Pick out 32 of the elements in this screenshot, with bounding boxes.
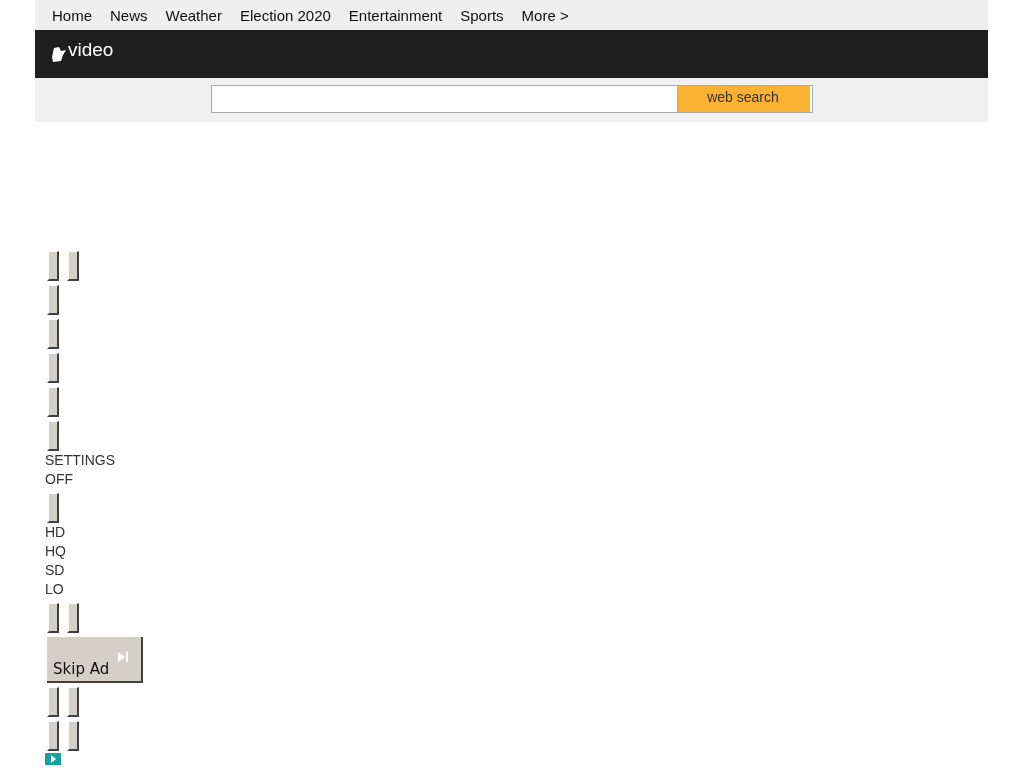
player-label: HQ (45, 543, 66, 559)
nav-link[interactable]: Sports (460, 6, 504, 24)
player-button[interactable] (47, 251, 59, 281)
player-button[interactable] (47, 319, 59, 349)
player-button[interactable] (47, 387, 59, 417)
skip-ad-button[interactable]: Skip Ad (47, 637, 143, 683)
player-button[interactable] (47, 285, 59, 315)
player-label: OFF (45, 471, 73, 487)
nav-link[interactable]: Weather (165, 6, 222, 24)
nav-link[interactable]: Election 2020 (239, 6, 331, 24)
player-button[interactable] (67, 251, 79, 281)
player-button[interactable] (47, 493, 59, 523)
nav-link[interactable]: Home (52, 6, 92, 24)
play-icon[interactable] (45, 753, 61, 765)
player-button[interactable] (47, 687, 59, 717)
nav-link[interactable]: News (110, 6, 148, 24)
player-button[interactable] (47, 421, 59, 451)
player-label: HD (45, 524, 66, 540)
hand-icon (51, 45, 67, 63)
player-label: SD (45, 562, 65, 578)
player-button[interactable] (67, 687, 79, 717)
nav-link[interactable]: Entertainment (348, 6, 443, 24)
player-button[interactable] (67, 603, 79, 633)
player-label: SETTINGS (45, 452, 115, 468)
nav-link[interactable]: More > (521, 6, 569, 24)
player-label: LO (45, 581, 64, 597)
player-button[interactable] (67, 721, 79, 751)
player-button[interactable] (47, 603, 59, 633)
player-button[interactable] (47, 353, 59, 383)
skip-icon (118, 652, 129, 662)
player-button[interactable] (47, 721, 59, 751)
header-title: video (68, 40, 114, 60)
